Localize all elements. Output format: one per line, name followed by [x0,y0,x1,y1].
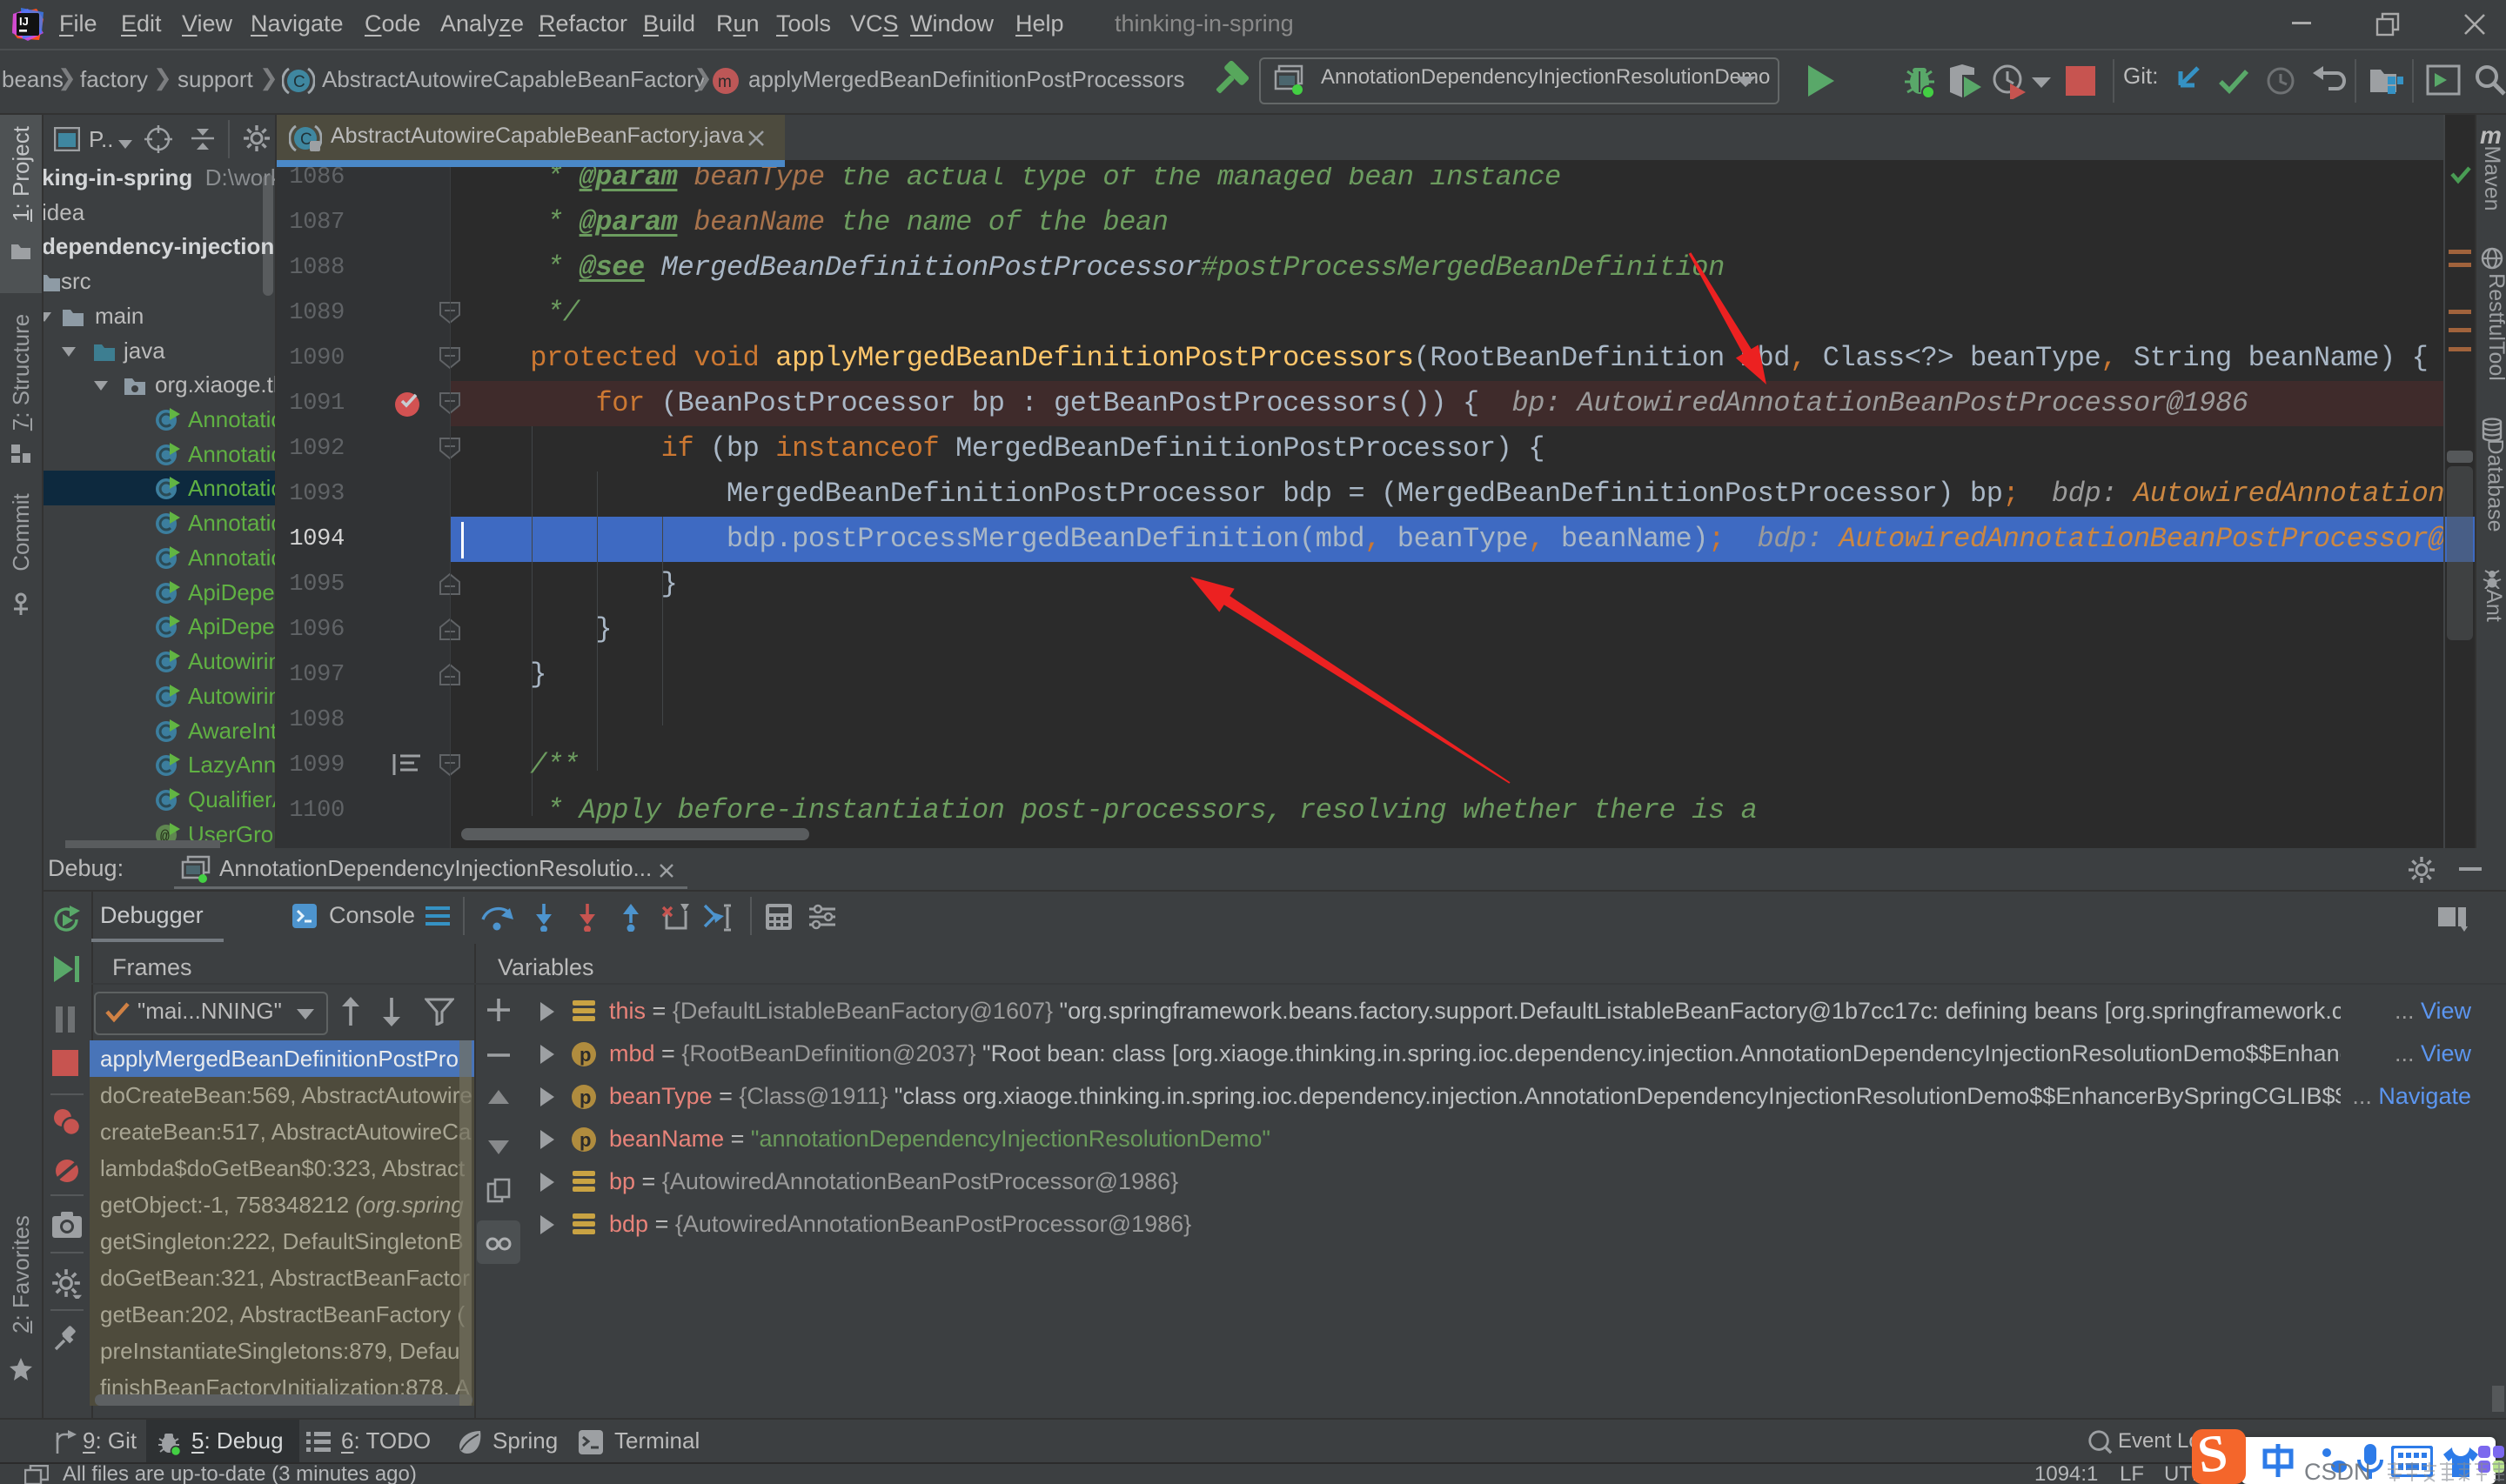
svg-text:p: p [580,1129,591,1151]
svg-text:p: p [580,1044,591,1066]
svg-text:m: m [718,73,732,91]
svg-text:p: p [580,1086,591,1108]
svg-text:C: C [293,73,305,91]
svg-text:IJ: IJ [19,15,29,28]
